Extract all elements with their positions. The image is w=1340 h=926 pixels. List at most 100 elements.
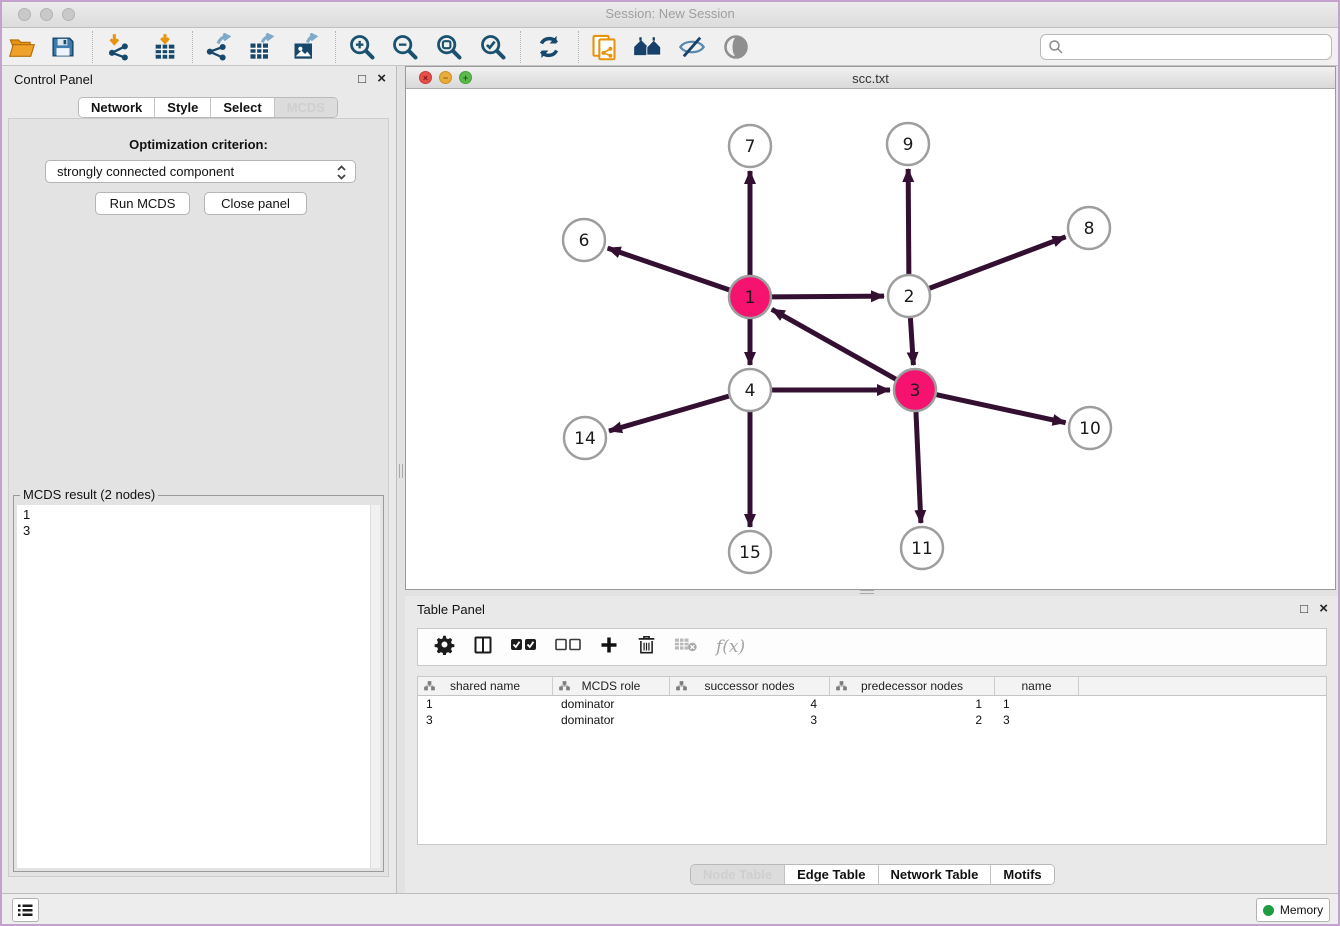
graph-node-label: 4 <box>745 381 756 401</box>
toolbar-separator <box>335 31 336 63</box>
result-scrollbar[interactable] <box>370 505 380 868</box>
graph-edge-3-1[interactable] <box>772 309 896 379</box>
graph-edge-4-14[interactable] <box>609 396 729 431</box>
tab-mcds[interactable]: MCDS <box>275 98 337 117</box>
select-all-icon[interactable] <box>511 638 537 656</box>
mcds-result-line: 1 <box>23 507 374 523</box>
table-cell[interactable]: 3 <box>418 712 553 728</box>
column-header-predecessor-nodes[interactable]: predecessor nodes <box>830 677 995 695</box>
tab-motifs[interactable]: Motifs <box>991 865 1053 884</box>
save-session-icon[interactable] <box>48 32 78 62</box>
search-icon <box>1048 39 1064 55</box>
import-table-icon[interactable] <box>150 32 180 62</box>
graph-edge-3-11[interactable] <box>916 412 921 523</box>
graph-edge-3-10[interactable] <box>936 395 1065 423</box>
column-type-tree-icon <box>559 681 570 691</box>
control-panel-tabs: NetworkStyleSelectMCDS <box>78 97 338 118</box>
tab-edge-table[interactable]: Edge Table <box>785 865 878 884</box>
table-panel-float-icon[interactable]: □ <box>1300 601 1308 616</box>
deselect-all-icon[interactable] <box>555 638 581 656</box>
search-input[interactable] <box>1040 34 1332 60</box>
memory-status-dot <box>1263 905 1274 916</box>
task-history-button[interactable] <box>12 898 39 922</box>
optimization-criterion-select[interactable]: strongly connected component <box>45 160 356 183</box>
graph-edge-2-3[interactable] <box>910 318 913 365</box>
table-toolbar: f(x) <box>417 628 1327 666</box>
mcds-panel: Optimization criterion: strongly connect… <box>8 118 389 877</box>
horizontal-splitter-handle[interactable] <box>860 590 874 594</box>
table-panel-close-icon[interactable]: × <box>1319 601 1328 616</box>
column-header-successor-nodes[interactable]: successor nodes <box>670 677 830 695</box>
zoom-fit-icon[interactable] <box>434 32 464 62</box>
table-cell[interactable]: 1 <box>995 696 1079 712</box>
table-options-gear-icon[interactable] <box>434 634 455 660</box>
show-column-icon[interactable] <box>473 635 493 660</box>
optimization-criterion-label: Optimization criterion: <box>9 137 388 152</box>
table-cell[interactable]: 4 <box>670 696 830 712</box>
export-table-icon[interactable] <box>246 32 276 62</box>
control-panel-close-icon[interactable]: × <box>377 71 386 86</box>
column-header-name[interactable]: name <box>995 677 1079 695</box>
graph-node-label: 14 <box>574 429 596 449</box>
export-network-icon[interactable] <box>203 32 233 62</box>
node-table: shared nameMCDS rolesuccessor nodesprede… <box>417 676 1327 845</box>
hide-graphics-details-icon[interactable] <box>677 32 707 62</box>
export-image-icon[interactable] <box>290 32 320 62</box>
run-mcds-button[interactable]: Run MCDS <box>95 192 190 215</box>
add-column-icon[interactable] <box>599 635 619 660</box>
control-panel-float-icon[interactable]: □ <box>358 71 366 86</box>
graph-node-label: 3 <box>910 381 921 401</box>
close-panel-button[interactable]: Close panel <box>204 192 307 215</box>
memory-button[interactable]: Memory <box>1256 898 1330 922</box>
table-cell[interactable]: 3 <box>995 712 1079 728</box>
table-cell[interactable]: 2 <box>830 712 995 728</box>
mcds-result-title: MCDS result (2 nodes) <box>20 487 158 502</box>
table-cell[interactable]: 3 <box>670 712 830 728</box>
graph-node-label: 9 <box>903 135 914 155</box>
table-row[interactable]: 3dominator323 <box>418 712 1326 728</box>
toolbar-separator <box>520 31 521 63</box>
delete-table-icon-disabled <box>674 636 698 658</box>
zoom-in-icon[interactable] <box>347 32 377 62</box>
tab-network-table[interactable]: Network Table <box>879 865 992 884</box>
graph-edge-2-8[interactable] <box>930 237 1066 288</box>
column-type-tree-icon <box>836 681 847 691</box>
zoom-selected-icon[interactable] <box>478 32 508 62</box>
graph-edge-1-6[interactable] <box>608 248 730 290</box>
open-session-icon[interactable] <box>7 32 37 62</box>
graph-edge-1-2[interactable] <box>772 296 884 297</box>
tab-node-table[interactable]: Node Table <box>691 865 785 884</box>
table-cell[interactable]: 1 <box>830 696 995 712</box>
delete-column-icon[interactable] <box>637 634 656 660</box>
table-row[interactable]: 1dominator411 <box>418 696 1326 712</box>
graph-node-label: 11 <box>911 539 933 559</box>
clone-network-icon[interactable] <box>589 32 619 62</box>
column-header-shared-name[interactable]: shared name <box>418 677 553 695</box>
cyndex-home-icon[interactable] <box>633 32 663 62</box>
mcds-result-list[interactable]: 13 <box>17 505 380 868</box>
control-panel: Control Panel □ × NetworkStyleSelectMCDS… <box>0 66 397 893</box>
column-type-tree-icon <box>424 681 435 691</box>
column-header-filler <box>1079 677 1326 695</box>
graph-node-label: 1 <box>745 288 756 308</box>
mcds-result-line: 3 <box>23 523 374 539</box>
tab-select[interactable]: Select <box>211 98 274 117</box>
graph-edge-2-9[interactable] <box>908 169 909 274</box>
graph-node-label: 2 <box>904 287 915 307</box>
table-cell[interactable]: 1 <box>418 696 553 712</box>
tab-style[interactable]: Style <box>155 98 211 117</box>
table-cell[interactable]: dominator <box>553 696 670 712</box>
vertical-splitter-handle[interactable] <box>399 464 403 478</box>
zoom-out-icon[interactable] <box>390 32 420 62</box>
main-toolbar <box>0 28 1340 66</box>
table-cell[interactable]: dominator <box>553 712 670 728</box>
network-window-title: scc.txt <box>406 71 1335 86</box>
mcds-result-box: MCDS result (2 nodes) 13 <box>13 495 384 872</box>
import-network-icon[interactable] <box>104 32 134 62</box>
column-header-MCDS-role[interactable]: MCDS role <box>553 677 670 695</box>
show-graphics-details-icon[interactable] <box>721 32 751 62</box>
tab-network[interactable]: Network <box>79 98 155 117</box>
refresh-view-icon[interactable] <box>534 32 564 62</box>
control-panel-title: Control Panel <box>14 72 93 87</box>
network-canvas[interactable]: 7968124314101511 <box>406 89 1335 589</box>
